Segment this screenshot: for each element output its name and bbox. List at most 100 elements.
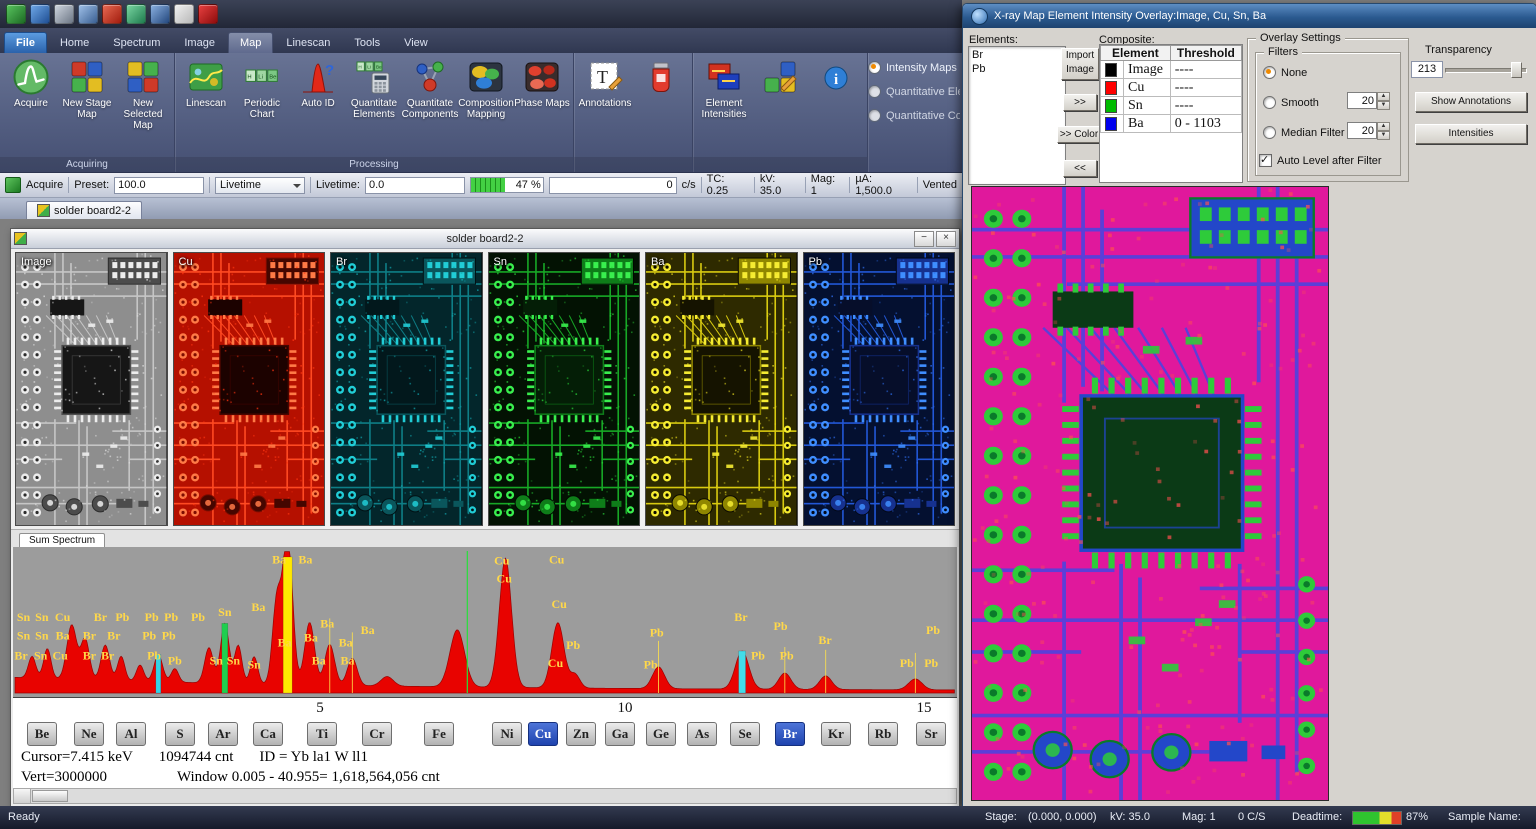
- color-swatch[interactable]: [1105, 99, 1117, 113]
- slider-thumb[interactable]: [1511, 62, 1522, 78]
- element-button-Ca[interactable]: Ca: [253, 722, 283, 746]
- view-option-0[interactable]: Intensity Maps: [868, 61, 960, 74]
- filter-option-median[interactable]: Median Filter: [1263, 126, 1345, 139]
- tab-linescan[interactable]: Linescan: [275, 33, 341, 53]
- spin-up-icon[interactable]: ▲: [1377, 92, 1390, 101]
- element-button-Zn[interactable]: Zn: [566, 722, 596, 746]
- composite-table[interactable]: Element Threshold Image ---- Cu ---- Sn …: [1099, 44, 1243, 183]
- radio-icon[interactable]: [868, 109, 881, 122]
- composite-overlay-image[interactable]: [971, 186, 1329, 801]
- color-button[interactable]: >> Color: [1057, 126, 1101, 143]
- overlay-titlebar[interactable]: X-ray Map Element Intensity Overlay:Imag…: [963, 4, 1536, 28]
- document-tab[interactable]: solder board2-2: [26, 201, 142, 220]
- table-row[interactable]: Cu ----: [1101, 79, 1242, 97]
- tab-image[interactable]: Image: [173, 33, 226, 53]
- checkbox-icon[interactable]: [1259, 154, 1272, 167]
- sum-spectrum-tab[interactable]: Sum Spectrum: [19, 533, 105, 547]
- show-annotations-button[interactable]: Show Annotations: [1415, 92, 1527, 112]
- tab-file[interactable]: File: [4, 32, 47, 53]
- transparency-slider[interactable]: [1445, 61, 1527, 77]
- radio-icon[interactable]: [868, 61, 881, 74]
- ribbon-button-element-intensities[interactable]: Element Intensities: [696, 58, 752, 120]
- auto-level-checkbox[interactable]: Auto Level after Filter: [1259, 154, 1382, 167]
- map-panel-sn[interactable]: Sn: [488, 252, 641, 526]
- layout-icon[interactable]: [150, 4, 170, 24]
- spin-up-icon[interactable]: ▲: [1377, 122, 1390, 131]
- mdi-titlebar[interactable]: solder board2-2 − ×: [11, 229, 959, 249]
- minimize-button[interactable]: −: [914, 231, 934, 247]
- element-button-Ni[interactable]: Ni: [492, 722, 522, 746]
- ribbon-button-new-stage-map[interactable]: New Stage Map: [59, 58, 115, 120]
- element-button-Cr[interactable]: Cr: [362, 722, 392, 746]
- element-button-As[interactable]: As: [687, 722, 717, 746]
- spin-down-icon[interactable]: ▼: [1377, 131, 1390, 140]
- import-image-button[interactable]: Import Image: [1061, 48, 1099, 80]
- ribbon-button-acquire[interactable]: Acquire: [3, 58, 59, 109]
- spin-down-icon[interactable]: ▼: [1377, 101, 1390, 110]
- tab-home[interactable]: Home: [49, 33, 100, 53]
- element-button-Fe[interactable]: Fe: [424, 722, 454, 746]
- chart-icon[interactable]: [102, 4, 122, 24]
- threshold-cell[interactable]: ----: [1170, 79, 1241, 97]
- acquire-button[interactable]: Acquire: [26, 179, 63, 191]
- element-button-Al[interactable]: Al: [116, 722, 146, 746]
- element-button-Se[interactable]: Se: [730, 722, 760, 746]
- save-icon[interactable]: [54, 4, 74, 24]
- filter-option-none[interactable]: None: [1263, 66, 1307, 79]
- move-right-button[interactable]: >>: [1063, 94, 1097, 111]
- map-panel-image[interactable]: Image: [15, 252, 168, 526]
- view-option-1[interactable]: Quantitative Ele: [868, 85, 960, 98]
- radio-icon[interactable]: [1263, 126, 1276, 139]
- tab-spectrum[interactable]: Spectrum: [102, 33, 171, 53]
- tab-map[interactable]: Map: [228, 32, 273, 53]
- open-project-icon[interactable]: [30, 4, 50, 24]
- median-spinner[interactable]: 20 ▲▼: [1347, 122, 1390, 139]
- radio-icon[interactable]: [1263, 66, 1276, 79]
- spinner-value[interactable]: 20: [1347, 92, 1377, 109]
- ribbon-button-quantitate-elements[interactable]: HLiBeQuantitate Elements: [346, 58, 402, 120]
- intensities-button[interactable]: Intensities: [1415, 124, 1527, 144]
- map-panel-ba[interactable]: Ba: [645, 252, 798, 526]
- report-icon[interactable]: [174, 4, 194, 24]
- table-row[interactable]: Sn ----: [1101, 97, 1242, 115]
- element-button-Be[interactable]: Be: [27, 722, 57, 746]
- horizontal-scrollbar[interactable]: [13, 788, 957, 804]
- transparency-value[interactable]: 213: [1411, 61, 1443, 78]
- scrollbar-thumb[interactable]: [32, 790, 68, 802]
- filter-option-smooth[interactable]: Smooth: [1263, 96, 1319, 109]
- ribbon-button-annotations[interactable]: TAnnotations: [577, 58, 633, 109]
- ribbon-button-standards[interactable]: [633, 58, 689, 98]
- mag-value[interactable]: Mag: 1: [811, 173, 845, 197]
- threshold-cell[interactable]: ----: [1170, 97, 1241, 115]
- element-button-S[interactable]: S: [165, 722, 195, 746]
- color-swatch[interactable]: [1105, 81, 1117, 95]
- vacuum-state[interactable]: Vented: [923, 179, 957, 191]
- tab-tools[interactable]: Tools: [343, 33, 391, 53]
- scrollbar-button[interactable]: [14, 789, 31, 803]
- element-button-Ar[interactable]: Ar: [208, 722, 238, 746]
- table-row[interactable]: Ba 0 - 1103: [1101, 115, 1242, 133]
- threshold-cell[interactable]: ----: [1170, 61, 1241, 79]
- element-button-Kr[interactable]: Kr: [821, 722, 851, 746]
- spinner-arrows[interactable]: ▲▼: [1377, 122, 1390, 139]
- ribbon-button-auto-id[interactable]: ?Auto ID: [290, 58, 346, 109]
- ribbon-button-quantitate-components[interactable]: Quantitate Components: [402, 58, 458, 120]
- radio-icon[interactable]: [1263, 96, 1276, 109]
- element-button-Rb[interactable]: Rb: [868, 722, 898, 746]
- element-button-Ne[interactable]: Ne: [74, 722, 104, 746]
- ribbon-button-periodic-chart[interactable]: HLiBePeriodic Chart: [234, 58, 290, 120]
- element-button-Cu[interactable]: Cu: [528, 722, 558, 746]
- map-panel-pb[interactable]: Pb: [803, 252, 956, 526]
- elements-icon[interactable]: [126, 4, 146, 24]
- ua-value[interactable]: µA: 1,500.0: [855, 173, 911, 197]
- element-button-Ga[interactable]: Ga: [605, 722, 635, 746]
- smooth-spinner[interactable]: 20 ▲▼: [1347, 92, 1390, 109]
- table-row[interactable]: Image ----: [1101, 61, 1242, 79]
- tab-view[interactable]: View: [393, 33, 439, 53]
- spinner-arrows[interactable]: ▲▼: [1377, 92, 1390, 109]
- radio-icon[interactable]: [868, 85, 881, 98]
- ribbon-button-phase-maps[interactable]: Phase Maps: [514, 58, 570, 109]
- mode-dropdown[interactable]: Livetime: [215, 177, 305, 194]
- ribbon-button-info[interactable]: i: [808, 58, 864, 98]
- threshold-cell[interactable]: 0 - 1103: [1170, 115, 1241, 133]
